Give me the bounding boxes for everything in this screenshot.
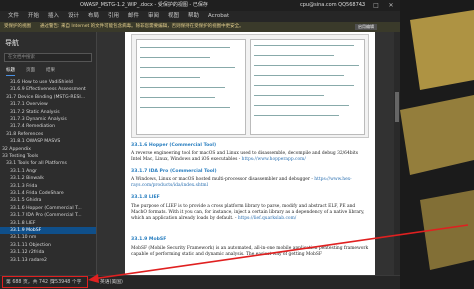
protected-view-message: 通过警告: 来自 Internet 的文件可能包含病毒。除非您需要编辑，否则保持… (40, 24, 244, 29)
nav-search-input[interactable]: 在文档中搜索 (4, 53, 92, 62)
screenshot-right-pane (250, 39, 365, 135)
nav-title: 导航 (5, 39, 19, 47)
title-bar: OWASP_MSTG-1.2_WIP_.docx - 受保护的视图 - 已保存 … (0, 0, 400, 11)
nav-heading-item[interactable]: 31.7.2 Static Analysis (0, 109, 96, 116)
menu-references[interactable]: 引用 (108, 11, 119, 22)
menu-layout[interactable]: 布局 (88, 11, 99, 22)
nav-heading-item[interactable]: 33.1.4 Frida CodeShare (0, 190, 96, 197)
protected-view-label: 受保护的视图 (4, 24, 31, 29)
screenshot-line (254, 85, 354, 86)
callout-box (2, 276, 88, 288)
nav-heading-item[interactable]: 31.6 How to use VadiShield (0, 79, 96, 86)
section-heading: 33.1.6 Hopper (Commercial Tool) (131, 143, 217, 148)
paragraph: MobSF (Mobile Security Framework) is an … (131, 246, 369, 258)
tab-headings[interactable]: 标题 (6, 67, 15, 76)
hopper-link[interactable]: https://www.hopperapp.com/ (242, 157, 306, 162)
menu-review[interactable]: 审阅 (148, 11, 159, 22)
section-heading: 33.1.9 MobSF (131, 237, 167, 242)
nav-heading-item[interactable]: 33.1.13 radare2 (0, 257, 96, 264)
lief-link[interactable]: https://lief.quarkslab.com/ (238, 216, 296, 221)
menu-view[interactable]: 视图 (168, 11, 179, 22)
paragraph-text: A Windows, Linux or macOS hosted multi-p… (131, 177, 313, 182)
screenshot-line (254, 65, 359, 66)
nav-heading-item[interactable]: 33.1.5 Ghidra (0, 197, 96, 204)
screenshot-line (140, 77, 200, 78)
document-title: OWASP_MSTG-1.2_WIP_.docx - 受保护的视图 - 已保存 (80, 2, 208, 8)
nav-heading-item[interactable]: 33.1.9 MobSF (0, 227, 96, 234)
paragraph-text: MobSF (Mobile Security Framework) is an … (131, 246, 369, 257)
screenshot-line (140, 97, 215, 98)
screenshot-line (140, 57, 210, 58)
section-heading: 33.1.8 LIEF (131, 195, 160, 200)
menu-acrobat[interactable]: Acrobat (208, 11, 229, 22)
tab-results[interactable]: 结果 (46, 67, 55, 75)
enable-editing-button[interactable]: 启用编辑 (355, 24, 377, 30)
screenshot-line (140, 87, 225, 88)
navigation-pane: 导航 在文档中搜索 标题 页面 结果 31.6 How to use VadiS… (0, 32, 97, 275)
nav-heading-item[interactable]: 31.7.3 Dynamic Analysis (0, 116, 96, 123)
protected-view-bar: 受保护的视图 通过警告: 来自 Internet 的文件可能包含病毒。除非您需要… (0, 22, 400, 32)
watermark-panel (400, 0, 474, 289)
close-icon[interactable]: ✕ (385, 0, 397, 11)
word-window: OWASP_MSTG-1.2_WIP_.docx - 受保护的视图 - 已保存 … (0, 0, 400, 289)
nav-heading-item[interactable]: 31.7 Device Binding (MSTG-RESI... (0, 94, 96, 101)
nav-heading-item[interactable]: 31.8 References (0, 131, 96, 138)
menu-home[interactable]: 开始 (28, 11, 39, 22)
ribbon-menu: 文件 开始 插入 设计 布局 引用 邮件 审阅 视图 帮助 Acrobat (0, 11, 400, 22)
minimize-icon[interactable]: – (356, 0, 368, 11)
tab-pages[interactable]: 页面 (26, 67, 35, 75)
screenshot-line (254, 95, 324, 96)
screenshot-line (140, 47, 230, 48)
nav-heading-item[interactable]: 33.1.3 Frida (0, 183, 96, 190)
screenshot-line (254, 75, 344, 76)
menu-insert[interactable]: 插入 (48, 11, 59, 22)
menu-file[interactable]: 文件 (8, 11, 19, 22)
paragraph: The purpose of LIEF is to provide a cros… (131, 204, 369, 222)
embedded-screenshot (131, 34, 369, 138)
screenshot-line (254, 105, 349, 106)
nav-heading-item[interactable]: 33.1.7 IDA Pro (Commercial T... (0, 212, 96, 219)
nav-heading-item[interactable]: 33.1.10 nm (0, 234, 96, 241)
screenshot-line (254, 115, 339, 116)
nav-heading-item[interactable]: 33.1.11 Objection (0, 242, 96, 249)
paragraph: A Windows, Linux or macOS hosted multi-p… (131, 177, 369, 189)
menu-mailings[interactable]: 邮件 (128, 11, 139, 22)
menu-help[interactable]: 帮助 (188, 11, 199, 22)
nav-heading-item[interactable]: 33 Testing Tools (0, 153, 96, 160)
nav-heading-item[interactable]: 33.1.1 Angr (0, 168, 96, 175)
nav-heading-item[interactable]: 33.1.8 LIEF (0, 220, 96, 227)
nav-heading-item[interactable]: 32 Appendix (0, 146, 96, 153)
nav-heading-item[interactable]: 31.7.1 Overview (0, 101, 96, 108)
screenshot-line (254, 45, 354, 46)
nav-heading-item[interactable]: 31.6.9 Effectiveness Assessment (0, 86, 96, 93)
nav-heading-item[interactable]: 33.1 Tools for all Platforms (0, 160, 96, 167)
document-page: 33.1.6 Hopper (Commercial Tool) A revers… (125, 32, 375, 275)
watermark-logo (400, 10, 474, 270)
screenshot-line (140, 107, 230, 108)
section-heading: 33.1.7 IDA Pro (Commercial Tool) (131, 169, 217, 174)
nav-heading-item[interactable]: 33.1.2 Binwalk (0, 175, 96, 182)
nav-heading-item[interactable]: 31.8.1 OWASP MASVS (0, 138, 96, 145)
nav-heading-item[interactable]: 31.7.4 Remediation (0, 123, 96, 130)
nav-heading-item[interactable]: 33.1.12 r2frida (0, 249, 96, 256)
paragraph: A reverse engineering tool for macOS and… (131, 151, 369, 163)
screenshot-line (254, 55, 334, 56)
language-indicator[interactable]: 英语(美国) (100, 276, 123, 289)
document-area: 33.1.6 Hopper (Commercial Tool) A revers… (97, 32, 400, 275)
nav-heading-item[interactable]: 33.1.6 Hopper (Commercial T... (0, 205, 96, 212)
nav-tabs: 标题 页面 结果 (4, 67, 92, 76)
menu-design[interactable]: 设计 (68, 11, 79, 22)
scrollbar-thumb[interactable] (395, 92, 399, 122)
screenshot-line (140, 67, 235, 68)
maximize-icon[interactable]: □ (370, 0, 382, 11)
